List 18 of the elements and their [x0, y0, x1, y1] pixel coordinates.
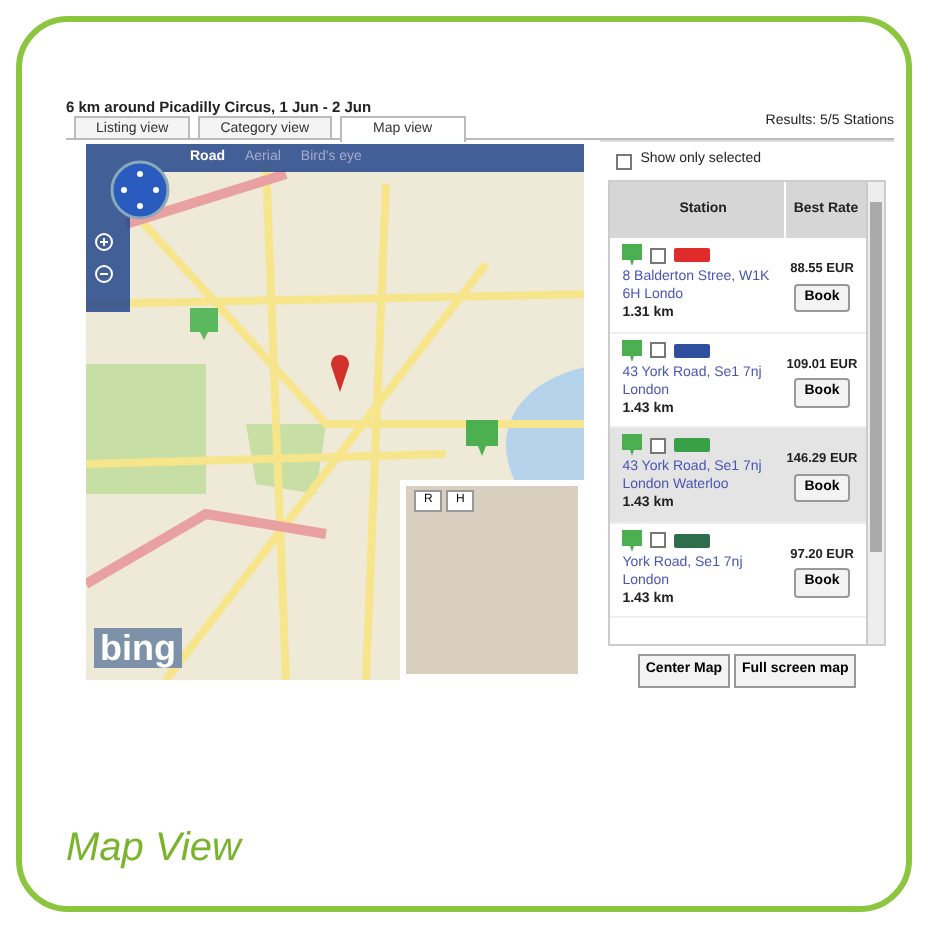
checkbox[interactable] — [616, 153, 633, 169]
station-marker-icon — [622, 339, 643, 361]
row-checkbox[interactable] — [650, 342, 667, 358]
location-pin-icon[interactable] — [330, 352, 350, 392]
station-marker-icon — [622, 244, 643, 266]
row-checkbox[interactable] — [650, 247, 667, 263]
station-marker-icon[interactable] — [190, 308, 218, 340]
scrollbar[interactable] — [866, 182, 884, 644]
station-marker-icon — [622, 529, 643, 551]
map-logo: bing — [94, 628, 182, 668]
station-marker-icon[interactable] — [466, 420, 498, 456]
zoom-out-icon[interactable] — [94, 264, 114, 284]
station-marker-icon — [622, 434, 643, 456]
row-checkbox[interactable] — [650, 437, 667, 453]
caption: Map View — [66, 824, 245, 874]
compass-icon[interactable] — [110, 160, 170, 220]
zoom-in-icon[interactable] — [94, 232, 114, 252]
row-checkbox[interactable] — [650, 532, 667, 548]
